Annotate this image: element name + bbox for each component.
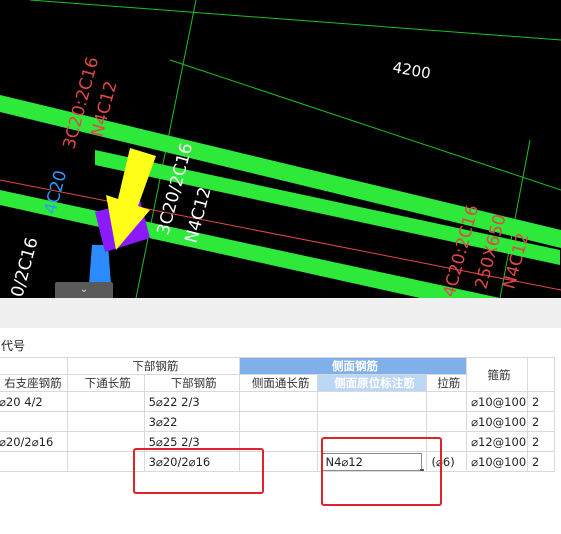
- cell-extra[interactable]: 2: [526, 411, 556, 432]
- cell-tie[interactable]: [426, 391, 468, 412]
- collapse-panel-tab[interactable]: ⌄: [55, 282, 113, 298]
- cad-viewport[interactable]: 4200 3C20:2C16 N4C12 3C20/2C16 N4C12 4C2…: [0, 0, 561, 298]
- header-side-group[interactable]: 侧面钢筋: [238, 357, 468, 375]
- header-tie[interactable]: 拉筋: [426, 374, 468, 392]
- cell-right-support[interactable]: ⌀20 4/2: [0, 391, 68, 412]
- cell-tie[interactable]: [426, 411, 468, 432]
- axis-line: [169, 59, 561, 191]
- cad-drawing: 4200 3C20:2C16 N4C12 3C20/2C16 N4C12 4C2…: [0, 0, 561, 298]
- cell-side-annotation[interactable]: [317, 391, 428, 412]
- header-cell: [0, 357, 68, 375]
- header-lower-through[interactable]: 下通长筋: [66, 374, 145, 392]
- rebar-table: 下部钢筋 侧面钢筋 箍筋 右支座钢筋 下通长筋 下部钢筋 侧面通长筋 侧面原位标…: [0, 357, 556, 472]
- cell-right-support[interactable]: [0, 451, 68, 472]
- header-side-annotation[interactable]: 侧面原位标注筋: [317, 374, 428, 392]
- cell-extra[interactable]: 2: [526, 451, 556, 472]
- chevron-down-icon: ⌄: [79, 284, 89, 295]
- rebar-table-panel: 代号 下部钢筋 侧面钢筋 箍筋 右支座钢筋 下通长筋 下部钢筋 侧面通长筋 侧面…: [0, 298, 561, 534]
- cell-right-support[interactable]: [0, 411, 68, 432]
- cell-stirrup[interactable]: ⌀12@100: [466, 431, 528, 452]
- header-stirrup[interactable]: 箍筋: [466, 357, 528, 392]
- cell-lower[interactable]: 5⌀22 2/3: [143, 391, 240, 412]
- header-side-through[interactable]: 侧面通长筋: [238, 374, 319, 392]
- dimension-label: 4200: [391, 58, 432, 82]
- header-right-support[interactable]: 右支座钢筋: [0, 374, 68, 392]
- cell-lower-through[interactable]: [66, 411, 145, 432]
- axis-line: [29, 0, 561, 41]
- cell-side-through[interactable]: [238, 391, 319, 412]
- cell-side-annotation[interactable]: [317, 411, 428, 432]
- cell-lower[interactable]: 3⌀22: [143, 411, 240, 432]
- cell-lower-through[interactable]: [66, 391, 145, 412]
- panel-toolbar: [0, 298, 561, 328]
- rebar-label: 0/2C16: [8, 235, 43, 298]
- cell-right-support[interactable]: ⌀20/2⌀16: [0, 431, 68, 452]
- cell-stirrup[interactable]: ⌀10@100: [466, 411, 528, 432]
- header-cell: [526, 357, 556, 392]
- table-row[interactable]: ⌀20 4/2 5⌀22 2/3 ⌀10@100 2: [0, 391, 556, 412]
- table-header-row: 下部钢筋 侧面钢筋 箍筋: [0, 357, 556, 392]
- cell-extra[interactable]: 2: [526, 431, 556, 452]
- header-lower[interactable]: 下部钢筋: [143, 374, 240, 392]
- cell-side-through[interactable]: [238, 411, 319, 432]
- header-lower-group: 下部钢筋: [66, 357, 240, 375]
- cell-stirrup[interactable]: ⌀10@100: [466, 451, 528, 472]
- table-row[interactable]: 3⌀20/2⌀16 N4⌀12 (⌀6) ⌀10@100 2: [0, 451, 556, 472]
- cell-stirrup[interactable]: ⌀10@100: [466, 391, 528, 412]
- highlight-box: [133, 448, 264, 494]
- table-row[interactable]: 3⌀22 ⌀10@100 2: [0, 411, 556, 432]
- highlight-box: [321, 437, 442, 506]
- table-row[interactable]: ⌀20/2⌀16 5⌀25 2/3 ⌀12@100 2: [0, 431, 556, 452]
- code-column-label: 代号: [1, 339, 26, 353]
- cell-extra[interactable]: 2: [526, 391, 556, 412]
